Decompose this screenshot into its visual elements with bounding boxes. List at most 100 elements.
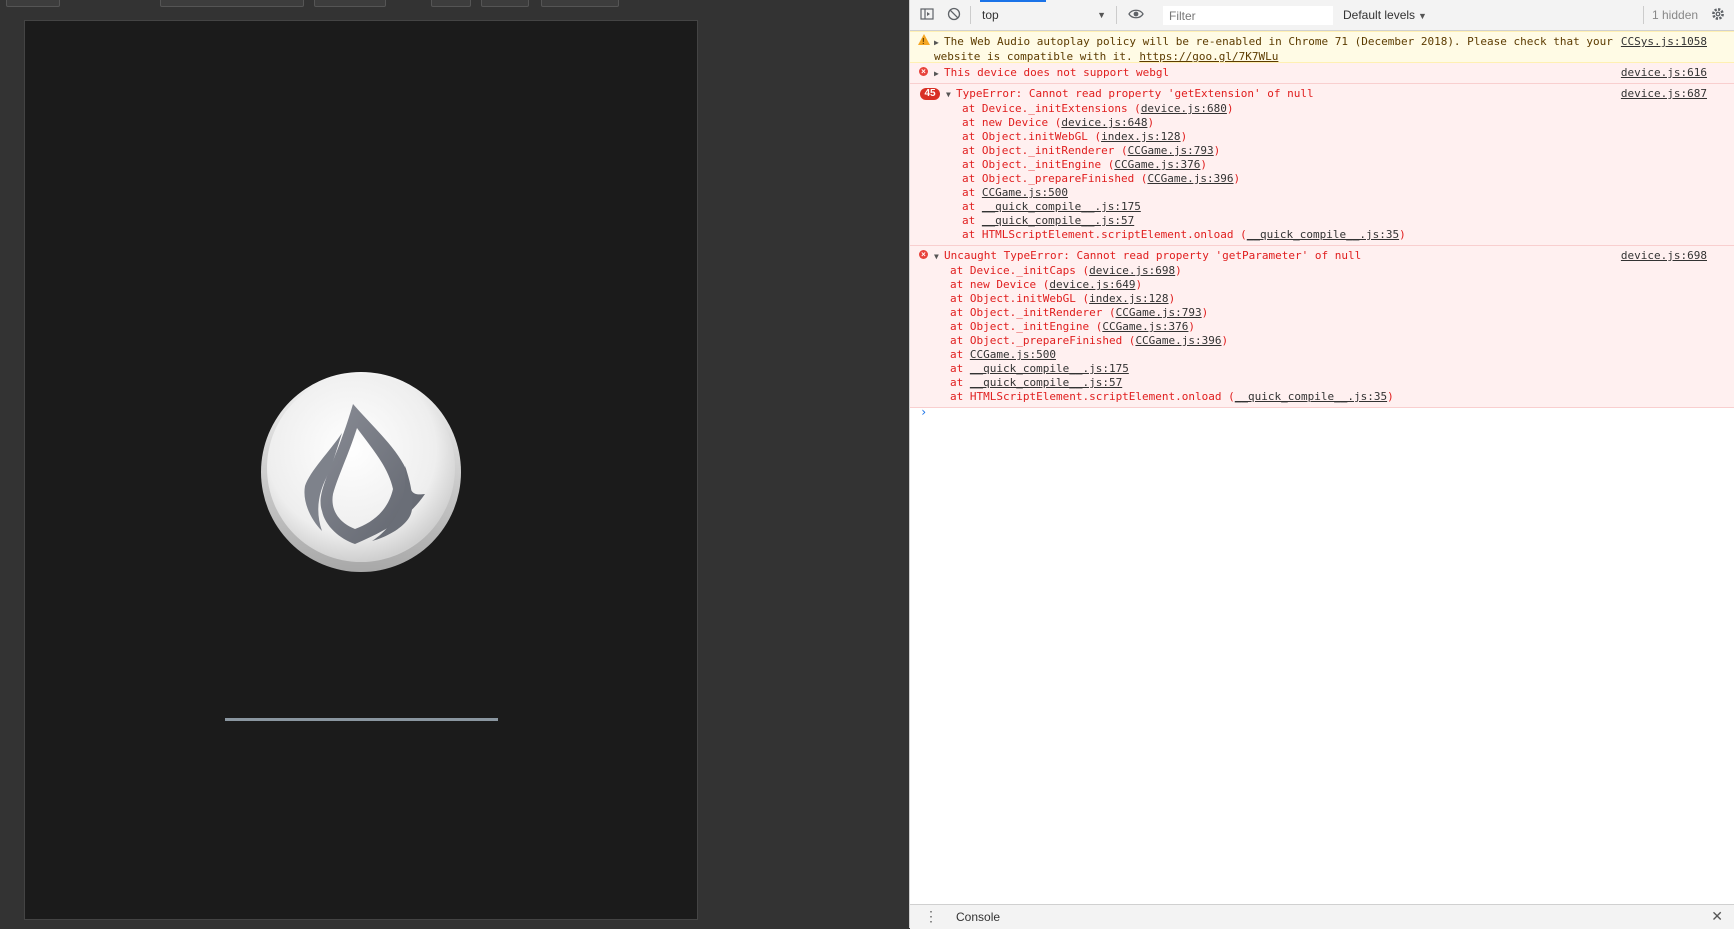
stack-frame: at new Device (device.js:648)	[962, 116, 1555, 130]
stack-trace: at Device._initExtensions (device.js:680…	[946, 102, 1555, 242]
message-source-link[interactable]: device.js:698	[1621, 249, 1707, 263]
stack-frame: at Object.initWebGL (index.js:128)	[962, 130, 1555, 144]
stack-frame-link[interactable]: __quick_compile__.js:57	[982, 214, 1134, 227]
console-error-message[interactable]: × ▶ This device does not support webgl de…	[910, 63, 1734, 84]
stack-frame-link[interactable]: device.js:648	[1061, 116, 1147, 129]
stack-frame-link[interactable]: __quick_compile__.js:57	[970, 376, 1122, 389]
clear-console-icon[interactable]	[946, 7, 962, 23]
expand-triangle-icon[interactable]: ▼	[934, 250, 944, 264]
stack-frame-suffix: )	[1213, 144, 1221, 157]
stack-frame-link[interactable]: CCGame.js:376	[1102, 320, 1188, 333]
stack-frame: at CCGame.js:500	[962, 186, 1555, 200]
stack-frame-suffix: )	[1188, 320, 1196, 333]
stack-frame-link[interactable]: CCGame.js:500	[982, 186, 1068, 199]
stack-frame-link[interactable]: index.js:128	[1089, 292, 1168, 305]
stack-frame-text: at	[950, 362, 970, 375]
preview-toolbar-button-3[interactable]	[431, 0, 471, 7]
stack-frame-link[interactable]: __quick_compile__.js:35	[1247, 228, 1399, 241]
stack-frame-link[interactable]: index.js:128	[1101, 130, 1180, 143]
stack-frame-link[interactable]: __quick_compile__.js:35	[1235, 390, 1387, 403]
repeat-count-badge: 45	[920, 88, 940, 100]
stack-frame-suffix: )	[1168, 292, 1176, 305]
expand-triangle-icon[interactable]: ▼	[946, 88, 956, 102]
message-source-link[interactable]: CCSys.js:1058	[1621, 35, 1707, 49]
expand-triangle-icon[interactable]: ▶	[934, 67, 944, 81]
eye-icon[interactable]	[1128, 7, 1144, 23]
stack-frame: at CCGame.js:500	[950, 348, 1555, 362]
close-icon[interactable]: ✕	[1711, 908, 1723, 924]
preview-toolbar-button-5[interactable]	[541, 0, 619, 7]
stack-frame-link[interactable]: CCGame.js:396	[1135, 334, 1221, 347]
stack-frame-text: at Object._initRenderer (	[950, 306, 1116, 319]
preview-toolbar-button-4[interactable]	[481, 0, 529, 7]
more-tabs-icon[interactable]: ⋮	[924, 908, 938, 924]
active-tab-indicator	[980, 0, 1046, 2]
console-error-message[interactable]: × ▼ Uncaught TypeError: Cannot read prope…	[910, 246, 1734, 408]
stack-frame-suffix: )	[1135, 278, 1143, 291]
hidden-messages-count[interactable]: 1 hidden	[1652, 6, 1698, 24]
log-levels-value: Default levels	[1343, 8, 1416, 22]
stack-frame-text: at HTMLScriptElement.scriptElement.onloa…	[950, 390, 1235, 403]
toolbar-separator	[970, 6, 971, 24]
stack-frame-link[interactable]: device.js:649	[1049, 278, 1135, 291]
error-icon: ×	[919, 250, 928, 259]
stack-frame-suffix: )	[1233, 172, 1241, 185]
preview-toolbar-button-2[interactable]	[314, 0, 386, 7]
stack-frame-text: at	[950, 376, 970, 389]
warning-link[interactable]: https://goo.gl/7K7WLu	[1139, 50, 1278, 63]
tab-console[interactable]: Console	[948, 905, 1008, 929]
context-select[interactable]: top ▼	[978, 6, 1110, 24]
preview-toolbar-button-1[interactable]	[6, 0, 60, 7]
error-text: TypeError: Cannot read property 'getExte…	[956, 87, 1314, 100]
log-levels-select[interactable]: Default levels ▼	[1343, 6, 1427, 24]
stack-frame-link[interactable]: CCGame.js:793	[1128, 144, 1214, 157]
console-messages: ▶The Web Audio autoplay policy will be r…	[910, 31, 1734, 408]
stack-frame-text: at Device._initCaps (	[950, 264, 1090, 277]
stack-frame-link[interactable]: __quick_compile__.js:175	[970, 362, 1129, 375]
stack-frame-link[interactable]: CCGame.js:396	[1147, 172, 1233, 185]
chevron-down-icon: ▼	[1418, 11, 1427, 21]
console-prompt[interactable]: ›	[920, 405, 927, 419]
message-source-link[interactable]: device.js:616	[1621, 66, 1707, 80]
stack-frame-suffix: )	[1200, 158, 1208, 171]
stack-frame-suffix: )	[1201, 306, 1209, 319]
stack-frame-text: at Object._prepareFinished (	[950, 334, 1136, 347]
drawer-bar: ⋮ Console ✕	[910, 904, 1734, 929]
preview-device-select[interactable]	[160, 0, 304, 7]
context-select-value: top	[982, 8, 999, 22]
stack-frame-text: at Device._initExtensions (	[962, 102, 1141, 115]
stack-frame-link[interactable]: device.js:698	[1089, 264, 1175, 277]
stack-frame: at Object._initRenderer (CCGame.js:793)	[950, 306, 1555, 320]
game-canvas[interactable]	[24, 20, 698, 920]
stack-frame-suffix: )	[1147, 116, 1155, 129]
stack-frame-text: at new Device (	[962, 116, 1062, 129]
stack-frame-link[interactable]: CCGame.js:500	[970, 348, 1056, 361]
stack-frame: at Object._prepareFinished (CCGame.js:39…	[950, 334, 1555, 348]
stack-frame-text: at new Device (	[950, 278, 1050, 291]
message-source-link[interactable]: device.js:687	[1621, 87, 1707, 101]
stack-frame-link[interactable]: CCGame.js:376	[1114, 158, 1200, 171]
stack-frame-link[interactable]: device.js:680	[1141, 102, 1227, 115]
sidebar-toggle-icon[interactable]	[919, 7, 935, 23]
stack-frame-suffix: )	[1221, 334, 1229, 347]
warning-icon	[918, 34, 930, 49]
gear-icon[interactable]	[1710, 7, 1726, 23]
stack-frame: at new Device (device.js:649)	[950, 278, 1555, 292]
console-error-message[interactable]: 45 ▼ TypeError: Cannot read property 'get…	[910, 84, 1734, 246]
stack-frame-link[interactable]: __quick_compile__.js:175	[982, 200, 1141, 213]
stack-frame-text: at Object._initEngine (	[962, 158, 1115, 171]
console-warning-message[interactable]: ▶The Web Audio autoplay policy will be r…	[910, 31, 1734, 63]
expand-triangle-icon[interactable]: ▶	[934, 36, 944, 50]
stack-frame-text: at Object.initWebGL (	[962, 130, 1102, 143]
warning-text-cont: website is compatible with it.	[934, 50, 1140, 63]
stack-frame-text: at	[962, 200, 982, 213]
stack-frame-text: at HTMLScriptElement.scriptElement.onloa…	[962, 228, 1247, 241]
stack-frame: at Device._initCaps (device.js:698)	[950, 264, 1555, 278]
stack-frame-text: at	[950, 348, 970, 361]
stack-frame-text: at	[962, 214, 982, 227]
stack-frame-text: at Object.initWebGL (	[950, 292, 1090, 305]
chevron-down-icon: ▼	[1097, 10, 1106, 20]
filter-input[interactable]	[1163, 6, 1333, 25]
stack-frame-suffix: )	[1226, 102, 1234, 115]
stack-frame-link[interactable]: CCGame.js:793	[1116, 306, 1202, 319]
